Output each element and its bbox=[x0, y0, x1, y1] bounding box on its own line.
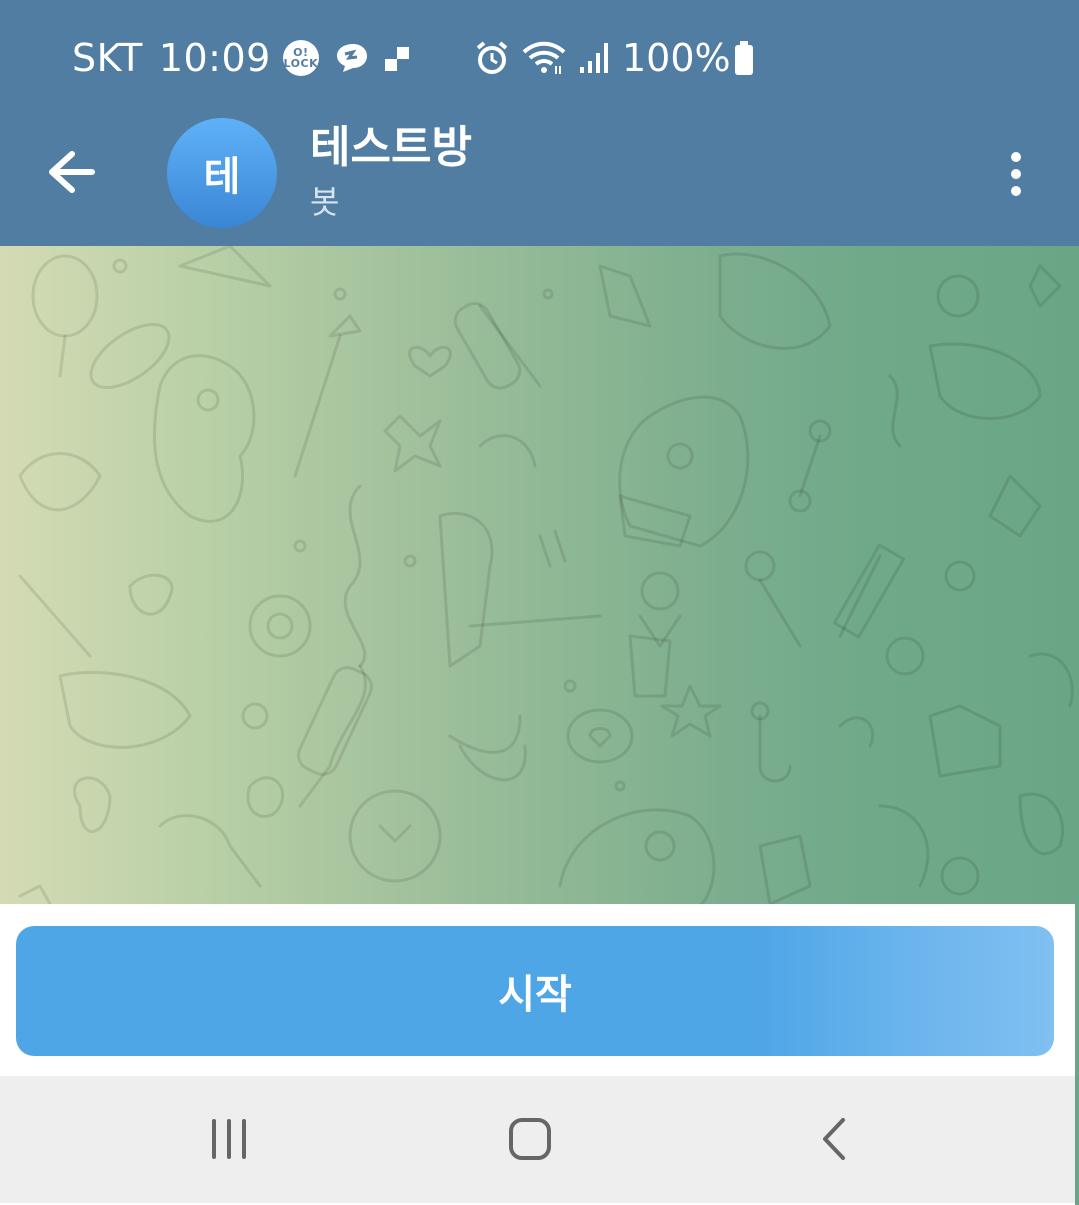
status-left: SKT 10:09 O! LOCK bbox=[72, 36, 413, 80]
clock-time: 10:09 bbox=[158, 36, 271, 80]
chat-subtitle: 봇 bbox=[310, 183, 340, 221]
olock-icon: O! LOCK bbox=[282, 40, 319, 76]
more-options-button[interactable] bbox=[994, 146, 1038, 202]
nav-back-button[interactable] bbox=[794, 1104, 874, 1174]
status-right: 100% bbox=[474, 36, 755, 80]
doodle-pattern bbox=[18, 246, 1074, 904]
carrier-label: SKT bbox=[72, 36, 143, 80]
top-app-bar: SKT 10:09 O! LOCK 100% 테 테스트방 봇 bbox=[0, 0, 1079, 246]
battery-percent: 100% bbox=[622, 36, 731, 80]
start-button[interactable]: 시작 bbox=[16, 926, 1054, 1056]
home-button[interactable] bbox=[490, 1104, 570, 1174]
back-arrow-icon bbox=[46, 150, 96, 194]
data-icon bbox=[383, 43, 413, 73]
more-vertical-icon bbox=[1009, 151, 1023, 197]
back-icon bbox=[819, 1117, 849, 1161]
olock-badge-text: O! LOCK bbox=[283, 46, 319, 70]
status-bar: SKT 10:09 O! LOCK 100% bbox=[0, 0, 1079, 110]
chat-title[interactable]: 테스트방 bbox=[310, 120, 472, 176]
battery-icon bbox=[733, 40, 755, 76]
bottom-bar: 시작 bbox=[0, 904, 1075, 1076]
avatar-letter: 테 bbox=[203, 154, 241, 200]
wifi-icon bbox=[522, 40, 566, 76]
edge-strip bbox=[1075, 904, 1079, 1205]
signal-icon bbox=[578, 41, 610, 75]
back-button[interactable] bbox=[36, 140, 106, 204]
home-icon bbox=[508, 1117, 552, 1161]
alarm-icon bbox=[474, 40, 510, 76]
chat-header: 테 테스트방 봇 bbox=[0, 110, 1079, 246]
recents-button[interactable] bbox=[189, 1104, 269, 1174]
recents-icon bbox=[208, 1119, 250, 1159]
bubble-icon bbox=[331, 40, 371, 76]
system-navigation-bar bbox=[0, 1076, 1075, 1203]
chat-background bbox=[0, 246, 1079, 904]
avatar[interactable]: 테 bbox=[167, 118, 277, 228]
